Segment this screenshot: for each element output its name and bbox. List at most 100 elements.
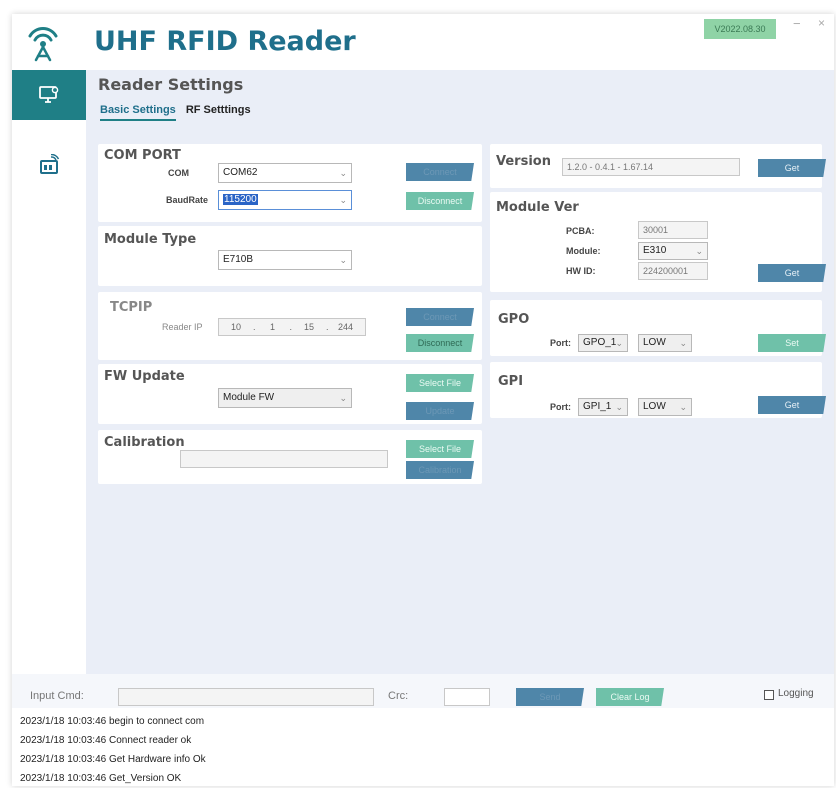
log-line: 2023/1/18 10:03:46 Get Hardware info Ok bbox=[20, 754, 206, 765]
app-title: UHF RFID Reader bbox=[94, 26, 356, 57]
gpo-level-select[interactable]: LOW ⌄ bbox=[638, 334, 692, 352]
chevron-down-icon: ⌄ bbox=[339, 255, 347, 265]
input-cmd-label: Input Cmd: bbox=[30, 690, 84, 702]
hwid-value-field: 224200001 bbox=[638, 262, 708, 280]
gpi-get-button[interactable]: Get bbox=[758, 396, 826, 414]
gpo-title: GPO bbox=[498, 312, 530, 327]
version-value-field: 1.2.0 - 0.4.1 - 1.67.14 bbox=[562, 158, 740, 176]
ip-octet-1: 10 bbox=[230, 322, 241, 332]
minimize-button[interactable]: − bbox=[793, 16, 801, 31]
logging-checkbox[interactable] bbox=[764, 690, 774, 700]
gpo-port-label: Port: bbox=[550, 338, 571, 348]
version-title: Version bbox=[496, 154, 551, 169]
chevron-down-icon: ⌄ bbox=[339, 195, 347, 205]
module-ver-panel: Module Ver PCBA: 30001 Module: E310 ⌄ HW… bbox=[490, 192, 826, 292]
version-panel: Version 1.2.0 - 0.4.1 - 1.67.14 Get bbox=[490, 144, 826, 188]
bottom-area: Input Cmd: Crc: Send Clear Log Logging 2… bbox=[12, 674, 834, 786]
gpi-level-select[interactable]: LOW ⌄ bbox=[638, 398, 692, 416]
tab-basic-settings[interactable]: Basic Settings bbox=[100, 104, 176, 121]
log-line: 2023/1/18 10:03:46 Get_Version OK bbox=[20, 773, 182, 784]
chevron-down-icon: ⌄ bbox=[615, 402, 623, 412]
com-disconnect-button[interactable]: Disconnect bbox=[406, 192, 474, 210]
settings-tabs: Basic Settings RF Setttings bbox=[100, 104, 251, 121]
fw-type-select[interactable]: Module FW ⌄ bbox=[218, 388, 352, 408]
com-select-value: COM62 bbox=[223, 167, 258, 178]
crc-field[interactable] bbox=[444, 688, 490, 706]
send-button[interactable]: Send bbox=[516, 688, 584, 706]
calibration-select-file-button[interactable]: Select File bbox=[406, 440, 474, 458]
close-button[interactable]: × bbox=[818, 16, 825, 30]
reader-ip-label: Reader IP bbox=[162, 322, 203, 332]
module-type-title: Module Type bbox=[104, 232, 197, 247]
gpi-level-value: LOW bbox=[643, 401, 666, 412]
module-select[interactable]: E310 ⌄ bbox=[638, 242, 708, 260]
tcpip-title: TCPIP bbox=[110, 300, 153, 315]
module-ver-get-button[interactable]: Get bbox=[758, 264, 826, 282]
logging-label: Logging bbox=[778, 688, 814, 699]
baudrate-select-value: 115200 bbox=[223, 194, 258, 205]
hwid-label: HW ID: bbox=[566, 266, 596, 276]
antenna-logo-icon bbox=[28, 26, 58, 62]
module-type-panel: Module Type E710B ⌄ bbox=[98, 226, 482, 286]
module-label: Module: bbox=[566, 246, 601, 256]
tab-rf-settings[interactable]: RF Setttings bbox=[186, 104, 251, 121]
chevron-down-icon: ⌄ bbox=[695, 246, 703, 256]
log-line: 2023/1/18 10:03:46 begin to connect com bbox=[20, 716, 205, 727]
main-content: Reader Settings Basic Settings RF Settti… bbox=[86, 70, 834, 674]
fw-select-file-button[interactable]: Select File bbox=[406, 374, 474, 392]
clear-log-button[interactable]: Clear Log bbox=[596, 688, 664, 706]
tcpip-panel: TCPIP Reader IP 10. 1. 15. 244 Connect D… bbox=[98, 292, 482, 360]
gpi-port-label: Port: bbox=[550, 402, 571, 412]
monitor-settings-icon bbox=[39, 86, 59, 103]
chevron-down-icon: ⌄ bbox=[615, 338, 623, 348]
input-cmd-field[interactable] bbox=[118, 688, 374, 706]
crc-label: Crc: bbox=[388, 690, 409, 702]
module-type-value: E710B bbox=[223, 254, 254, 265]
pcba-label: PCBA: bbox=[566, 226, 595, 236]
gpo-panel: GPO Port: GPO_1 ⌄ LOW ⌄ Set bbox=[490, 300, 826, 356]
fw-type-value: Module FW bbox=[223, 392, 275, 403]
log-area[interactable]: 2023/1/18 10:03:46 begin to connect com … bbox=[12, 710, 834, 786]
pcba-value-field: 30001 bbox=[638, 221, 708, 239]
version-get-button[interactable]: Get bbox=[758, 159, 826, 177]
module-type-select[interactable]: E710B ⌄ bbox=[218, 250, 352, 270]
ip-octet-3: 15 bbox=[304, 322, 315, 332]
baudrate-label: BaudRate bbox=[166, 195, 209, 205]
chevron-down-icon: ⌄ bbox=[679, 338, 687, 348]
sidebar-item-inventory[interactable] bbox=[12, 140, 86, 190]
gpo-set-button[interactable]: Set bbox=[758, 334, 826, 352]
chevron-down-icon: ⌄ bbox=[679, 402, 687, 412]
com-label: COM bbox=[168, 168, 189, 178]
tag-reader-icon bbox=[40, 154, 60, 174]
chevron-down-icon: ⌄ bbox=[339, 168, 347, 178]
app-window: UHF RFID Reader V2022.08.30 − × Reader S… bbox=[12, 14, 834, 786]
com-port-panel: COM PORT COM COM62 ⌄ BaudRate 115200 ⌄ C… bbox=[98, 144, 482, 222]
com-select[interactable]: COM62 ⌄ bbox=[218, 163, 352, 183]
calibration-file-field[interactable] bbox=[180, 450, 388, 468]
com-connect-button[interactable]: Connect bbox=[406, 163, 474, 181]
fw-update-title: FW Update bbox=[104, 369, 185, 384]
sidebar-item-settings[interactable] bbox=[12, 70, 86, 120]
reader-ip-input[interactable]: 10. 1. 15. 244 bbox=[218, 318, 366, 336]
tcpip-disconnect-button[interactable]: Disconnect bbox=[406, 334, 474, 352]
calibration-title: Calibration bbox=[104, 435, 185, 450]
fw-update-button[interactable]: Update bbox=[406, 402, 474, 420]
baudrate-select[interactable]: 115200 ⌄ bbox=[218, 190, 352, 210]
gpi-panel: GPI Port: GPI_1 ⌄ LOW ⌄ Get bbox=[490, 362, 826, 418]
title-bar: UHF RFID Reader V2022.08.30 − × bbox=[12, 14, 834, 70]
gpi-port-select[interactable]: GPI_1 ⌄ bbox=[578, 398, 628, 416]
tcpip-connect-button[interactable]: Connect bbox=[406, 308, 474, 326]
gpo-port-select[interactable]: GPO_1 ⌄ bbox=[578, 334, 628, 352]
module-value: E310 bbox=[643, 245, 667, 256]
log-line: 2023/1/18 10:03:46 Connect reader ok bbox=[20, 735, 192, 746]
ip-octet-2: 1 bbox=[270, 322, 276, 332]
gpo-level-value: LOW bbox=[643, 337, 666, 348]
gpi-port-value: GPI_1 bbox=[583, 401, 612, 412]
command-bar: Input Cmd: Crc: Send Clear Log Logging bbox=[12, 674, 834, 708]
calibration-button[interactable]: Calibration bbox=[406, 461, 474, 479]
page-title: Reader Settings bbox=[98, 75, 244, 94]
ip-octet-4: 244 bbox=[338, 322, 354, 332]
gpi-title: GPI bbox=[498, 374, 524, 389]
com-port-title: COM PORT bbox=[104, 148, 181, 163]
gpo-port-value: GPO_1 bbox=[583, 337, 617, 348]
